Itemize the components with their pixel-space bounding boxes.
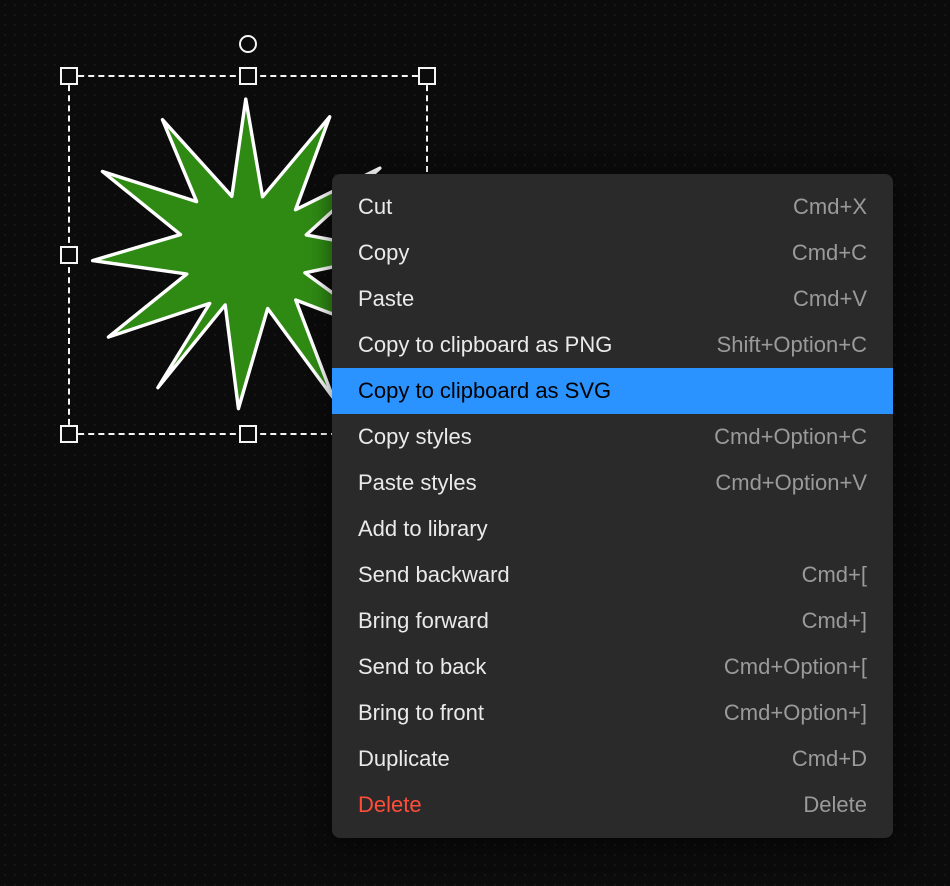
menu-item-copy-styles[interactable]: Copy styles Cmd+Option+C — [332, 414, 893, 460]
menu-item-send-to-back[interactable]: Send to back Cmd+Option+[ — [332, 644, 893, 690]
menu-item-label: Bring to front — [358, 702, 484, 724]
menu-item-delete[interactable]: Delete Delete — [332, 782, 893, 828]
menu-item-shortcut: Cmd+] — [802, 610, 867, 632]
menu-item-paste[interactable]: Paste Cmd+V — [332, 276, 893, 322]
menu-item-label: Paste styles — [358, 472, 477, 494]
menu-item-shortcut: Cmd+Option+[ — [724, 656, 867, 678]
menu-item-shortcut: Cmd+V — [793, 288, 867, 310]
menu-item-shortcut: Cmd+D — [792, 748, 867, 770]
menu-item-shortcut: Cmd+Option+V — [715, 472, 867, 494]
menu-item-shortcut: Cmd+Option+] — [724, 702, 867, 724]
menu-item-label: Copy — [358, 242, 409, 264]
menu-item-copy-svg[interactable]: Copy to clipboard as SVG — [332, 368, 893, 414]
menu-item-shortcut: Shift+Option+C — [717, 334, 867, 356]
selection-handle-top-right[interactable] — [418, 67, 436, 85]
menu-item-label: Paste — [358, 288, 414, 310]
menu-item-label: Copy to clipboard as SVG — [358, 380, 611, 402]
selection-handle-bottom-left[interactable] — [60, 425, 78, 443]
menu-item-label: Copy styles — [358, 426, 472, 448]
menu-item-label: Send to back — [358, 656, 486, 678]
menu-item-label: Delete — [358, 794, 422, 816]
menu-item-send-backward[interactable]: Send backward Cmd+[ — [332, 552, 893, 598]
menu-item-label: Send backward — [358, 564, 510, 586]
menu-item-shortcut: Delete — [803, 794, 867, 816]
menu-item-label: Duplicate — [358, 748, 450, 770]
menu-item-label: Bring forward — [358, 610, 489, 632]
menu-item-label: Add to library — [358, 518, 488, 540]
menu-item-label: Copy to clipboard as PNG — [358, 334, 612, 356]
menu-item-shortcut: Cmd+X — [793, 196, 867, 218]
menu-item-bring-forward[interactable]: Bring forward Cmd+] — [332, 598, 893, 644]
menu-item-shortcut: Cmd+C — [792, 242, 867, 264]
menu-item-paste-styles[interactable]: Paste styles Cmd+Option+V — [332, 460, 893, 506]
selection-handle-top-left[interactable] — [60, 67, 78, 85]
menu-item-shortcut: Cmd+[ — [802, 564, 867, 586]
menu-item-duplicate[interactable]: Duplicate Cmd+D — [332, 736, 893, 782]
menu-item-cut[interactable]: Cut Cmd+X — [332, 184, 893, 230]
context-menu: Cut Cmd+X Copy Cmd+C Paste Cmd+V Copy to clipb… — [332, 174, 893, 838]
menu-item-add-library[interactable]: Add to library — [332, 506, 893, 552]
selection-handle-top-middle[interactable] — [239, 67, 257, 85]
selection-handle-bottom-middle[interactable] — [239, 425, 257, 443]
menu-item-bring-to-front[interactable]: Bring to front Cmd+Option+] — [332, 690, 893, 736]
menu-item-shortcut: Cmd+Option+C — [714, 426, 867, 448]
selection-rotate-handle[interactable] — [239, 35, 257, 53]
selection-handle-middle-left[interactable] — [60, 246, 78, 264]
menu-item-copy-png[interactable]: Copy to clipboard as PNG Shift+Option+C — [332, 322, 893, 368]
menu-item-label: Cut — [358, 196, 392, 218]
menu-item-copy[interactable]: Copy Cmd+C — [332, 230, 893, 276]
